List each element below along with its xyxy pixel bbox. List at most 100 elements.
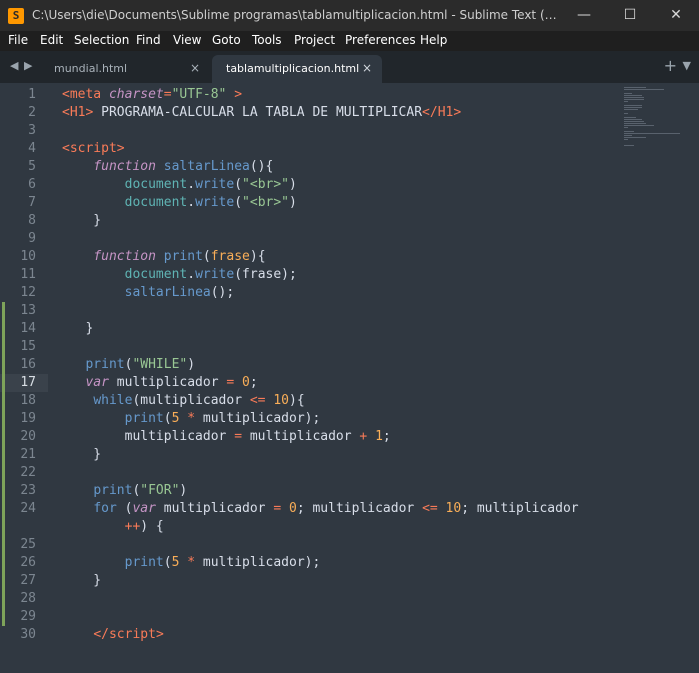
code-token: .: [187, 177, 196, 192]
code-line: print("WHILE"): [62, 356, 195, 374]
tab-list-icon[interactable]: ▼: [683, 59, 691, 72]
code-token: function: [93, 249, 156, 264]
code-token: PROGRAMA-CALCULAR LA TABLA DE MULTIPLICA…: [93, 105, 423, 120]
code-token: ; multiplicador: [461, 501, 579, 516]
code-token: 10: [445, 501, 462, 516]
code-line: }: [62, 212, 101, 230]
code-token: multiplicador: [62, 429, 235, 444]
title-bar: S C:\Users\die\Documents\Sublime program…: [0, 0, 699, 31]
code-token: <=: [249, 393, 266, 408]
tab-tablamultiplicacion[interactable]: tablamultiplicacion.html ×: [212, 55, 382, 83]
code-token: document: [124, 177, 188, 192]
minimap-line: [624, 87, 646, 88]
minimap-line: [624, 139, 628, 140]
minimize-button[interactable]: —: [561, 0, 607, 31]
tab-bar: ◀ ▶ mundial.html × tablamultiplicacion.h…: [0, 51, 699, 83]
line-number: 14: [20, 321, 36, 336]
code-token: (: [234, 195, 243, 210]
code-token: 0: [242, 375, 250, 390]
prev-tab-icon[interactable]: ◀: [10, 59, 18, 72]
next-tab-icon[interactable]: ▶: [24, 59, 32, 72]
line-number: 2: [28, 105, 36, 120]
minimap-line: [624, 119, 642, 120]
code-token: <=: [422, 501, 438, 516]
code-line: </script>: [62, 626, 163, 644]
code-editor[interactable]: 1 2 3 4 5 6 7 8 9 10 11 12 13 14 15 16 17 18 19 20 21 22 23 24 2…: [0, 83, 699, 673]
line-number: 30: [20, 627, 36, 642]
code-token: ): [187, 357, 196, 372]
minimap-line: [624, 101, 628, 102]
line-number-gutter: 1 2 3 4 5 6 7 8 9 10 11 12 13 14 15 16 17 18 19 20 21 22 23 24 2…: [0, 83, 48, 673]
code-token: 1: [375, 429, 383, 444]
line-number: 26: [20, 555, 36, 570]
line-number: 9: [28, 231, 36, 246]
code-token: ) {: [140, 519, 164, 534]
code-token: write: [195, 195, 235, 210]
code-line: print("FOR"): [62, 482, 187, 500]
menu-help[interactable]: Help: [420, 33, 447, 47]
code-line: <meta charset="UTF-8" >: [62, 86, 242, 104]
line-number: 20: [20, 429, 36, 444]
menu-preferences[interactable]: Preferences: [345, 33, 416, 47]
code-line: <script>: [62, 140, 125, 158]
minimap-line: [624, 113, 628, 114]
code-line: print(5 * multiplicador);: [62, 554, 321, 572]
code-line: print(5 * multiplicador);: [62, 410, 321, 428]
code-token: ){: [249, 249, 266, 264]
menu-find[interactable]: Find: [136, 33, 161, 47]
menu-goto[interactable]: Goto: [212, 33, 241, 47]
code-token: print: [124, 555, 164, 570]
code-line: document.write("<br>"): [62, 176, 297, 194]
minimap[interactable]: [620, 83, 680, 163]
menu-view[interactable]: View: [173, 33, 201, 47]
line-number: 23: [20, 483, 36, 498]
code-token: </: [93, 627, 109, 642]
menu-edit[interactable]: Edit: [40, 33, 63, 47]
code-token: (: [116, 501, 133, 516]
code-token: document: [124, 195, 188, 210]
minimap-line: [624, 95, 642, 96]
close-tab-icon[interactable]: ×: [190, 61, 200, 75]
code-token: multiplicador: [108, 375, 227, 390]
maximize-button[interactable]: ☐: [607, 0, 653, 31]
window-title: C:\Users\die\Documents\Sublime programas…: [32, 8, 562, 22]
minimap-line: [624, 97, 644, 98]
line-number: 29: [20, 609, 36, 624]
close-window-button[interactable]: ✕: [653, 0, 699, 31]
code-token: "UTF-8": [171, 87, 227, 102]
line-number: 18: [20, 393, 36, 408]
code-token: .: [187, 195, 196, 210]
code-token: var: [132, 501, 156, 516]
line-number: 21: [20, 447, 36, 462]
minimap-line: [624, 137, 646, 138]
minimap-line: [624, 99, 644, 100]
code-token: print: [163, 249, 203, 264]
code-token: *: [187, 555, 196, 570]
code-line: for (var multiplicador = 0; multiplicado…: [62, 500, 579, 518]
tab-mundial[interactable]: mundial.html ×: [40, 55, 210, 83]
minimap-line: [624, 107, 642, 108]
menu-project[interactable]: Project: [294, 33, 335, 47]
code-token: saltarLinea: [163, 159, 250, 174]
code-token: ): [179, 483, 188, 498]
code-area[interactable]: <meta charset="UTF-8" > <H1> PROGRAMA-CAL…: [62, 83, 622, 673]
menu-tools[interactable]: Tools: [252, 33, 282, 47]
menu-selection[interactable]: Selection: [74, 33, 129, 47]
code-line: }: [62, 446, 101, 464]
code-line: }: [62, 320, 93, 338]
line-number: 6: [28, 177, 36, 192]
menu-file[interactable]: File: [8, 33, 28, 47]
new-tab-icon[interactable]: +: [664, 56, 677, 75]
line-number: 15: [20, 339, 36, 354]
line-number: 1: [28, 87, 36, 102]
close-tab-icon[interactable]: ×: [362, 61, 372, 75]
line-number: 17: [20, 375, 36, 390]
